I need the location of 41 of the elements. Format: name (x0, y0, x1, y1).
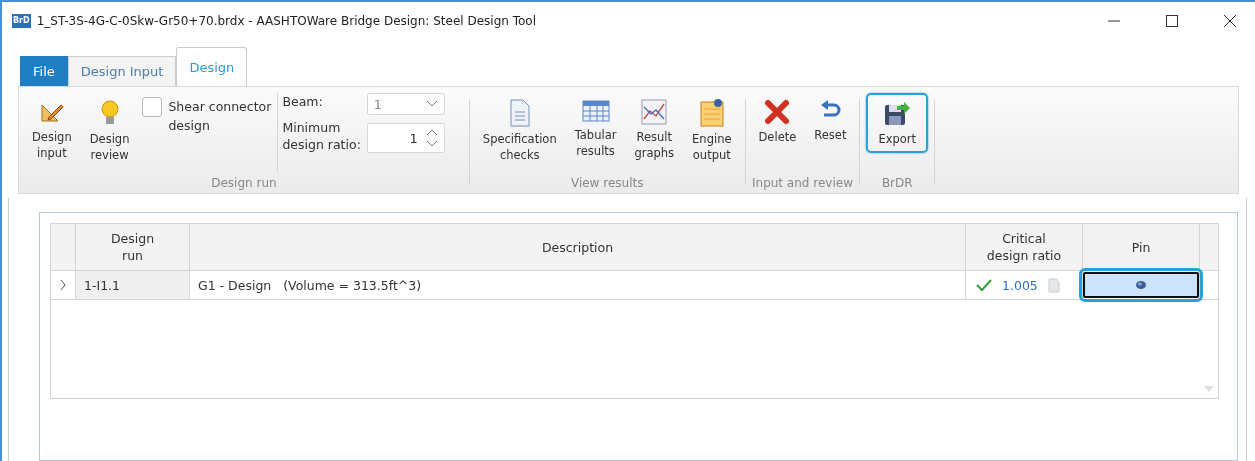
close-icon[interactable] (1223, 14, 1237, 28)
highlighted-ribbon-button[interactable]: Export (866, 93, 929, 153)
maximize-icon[interactable] (1165, 14, 1179, 28)
ratio-link[interactable]: 1.005 (1002, 277, 1038, 293)
ribbon-button[interactable]: Delete (751, 93, 804, 151)
table-icon (581, 99, 610, 123)
group-label: Input and review (751, 176, 854, 192)
ribbon-button[interactable]: Design review (82, 93, 137, 169)
ribbon-tab[interactable]: Design Input (67, 56, 177, 86)
window-title: 1_ST-3S-4G-C-0Skw-Gr50+70.brdx - AASHTOWare Bridge Design: Steel Design Tool (36, 14, 536, 28)
delete-icon (764, 99, 791, 125)
spinner-arrows-icon[interactable] (425, 129, 438, 147)
notepad-icon (698, 99, 725, 127)
ribbon-button[interactable]: Specification checks (475, 93, 564, 169)
group-label: View results (569, 176, 645, 192)
ribbon-button[interactable]: Reset (807, 93, 854, 149)
ribbon-button[interactable]: Result graphs (627, 93, 682, 167)
dropdown-caret-icon (425, 100, 438, 108)
spinner-field[interactable]: 1 (366, 123, 445, 153)
column-header[interactable]: Critical design ratio (966, 224, 1083, 270)
line-graph-icon (641, 99, 668, 125)
checkbox[interactable] (142, 97, 163, 117)
app-logo: BrD (12, 14, 31, 28)
file-tab[interactable]: File (20, 56, 68, 86)
group-label: Design run (210, 176, 278, 192)
chevron-right-icon[interactable] (59, 279, 67, 291)
table-cell: G1 - Design (Volume = 313.5ft^3) (190, 271, 966, 299)
pin-icon (1135, 280, 1147, 290)
field-label: Beam: (282, 93, 323, 110)
ribbon-button[interactable]: Engine output (685, 93, 739, 169)
document-icon (508, 99, 531, 127)
checkbox-label: Shear connector design (168, 98, 272, 135)
floppy-disk-arrow-icon (883, 99, 912, 127)
ribbon-button[interactable]: Tabular results (567, 93, 624, 165)
column-header[interactable]: Description (190, 224, 966, 270)
field-label: Minimum design ratio: (282, 119, 361, 153)
dropdown-field[interactable]: 1 (366, 93, 445, 115)
table-cell: 1-I1.1 (76, 271, 190, 299)
ribbon-button[interactable]: Design input (25, 93, 79, 167)
column-header[interactable]: Design run (76, 224, 190, 270)
group-label: BrDR (880, 176, 914, 192)
